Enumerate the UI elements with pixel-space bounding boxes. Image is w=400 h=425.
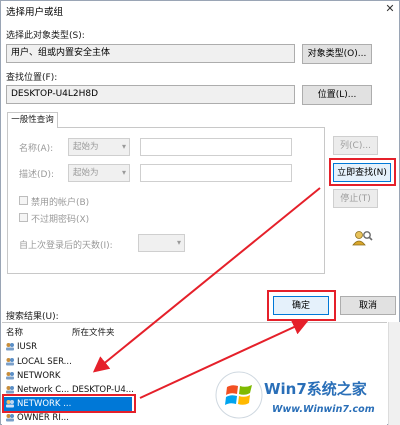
watermark-brand: Win7系统之家	[264, 380, 367, 398]
arrow-to-results	[92, 187, 321, 373]
watermark-url: Www.Winwin7.com	[272, 404, 375, 415]
windows-logo-watermark	[215, 371, 263, 419]
annotation-arrows	[92, 187, 321, 399]
